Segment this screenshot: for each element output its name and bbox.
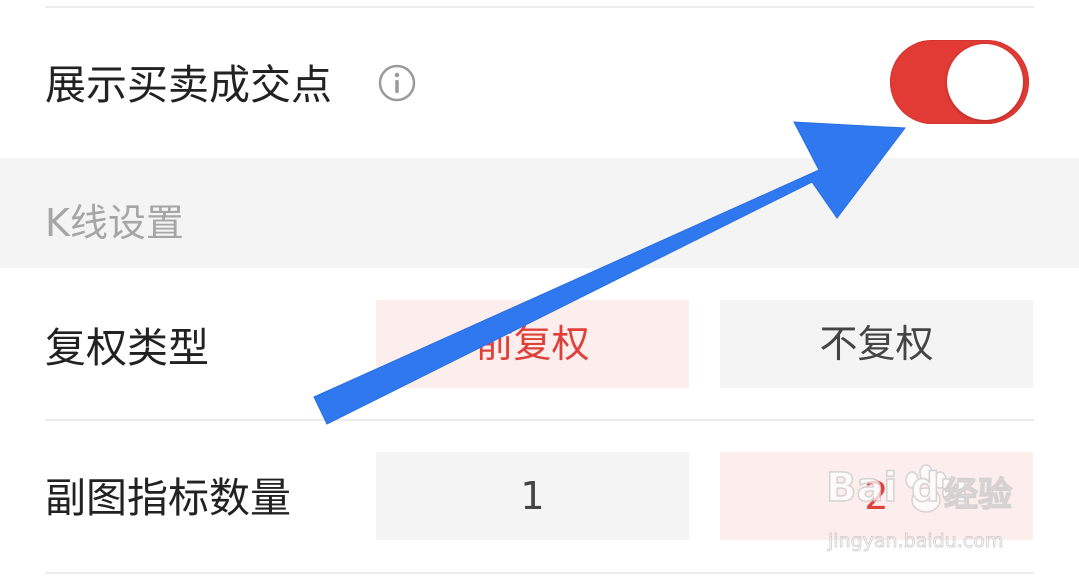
adjust-type-option-none[interactable]: 不复权 bbox=[720, 300, 1033, 388]
show-trade-points-toggle[interactable] bbox=[890, 40, 1029, 124]
sub-indicator-count-label: 副图指标数量 bbox=[45, 474, 291, 522]
adjust-type-option-forward[interactable]: 前复权 bbox=[376, 300, 689, 388]
watermark-brand: 经验 bbox=[943, 475, 1012, 515]
divider-top bbox=[45, 6, 1034, 8]
baidu-watermark: Bai du 经验 jingyan.baidu.com bbox=[825, 462, 1036, 562]
divider-bottom bbox=[45, 572, 1034, 574]
toggle-knob bbox=[947, 44, 1023, 120]
settings-screen: 展示买卖成交点 K线设置 复权类型 前复权 不复权 副图指标数量 1 2 Bai… bbox=[0, 0, 1079, 580]
divider-middle bbox=[45, 419, 1034, 421]
show-trade-points-label: 展示买卖成交点 bbox=[45, 61, 332, 109]
watermark-url: jingyan.baidu.com bbox=[828, 530, 1004, 552]
kline-section-title: K线设置 bbox=[45, 201, 184, 245]
adjust-type-label: 复权类型 bbox=[45, 324, 209, 372]
info-circle-icon[interactable] bbox=[378, 64, 416, 102]
sub-indicator-option-1[interactable]: 1 bbox=[376, 452, 689, 540]
